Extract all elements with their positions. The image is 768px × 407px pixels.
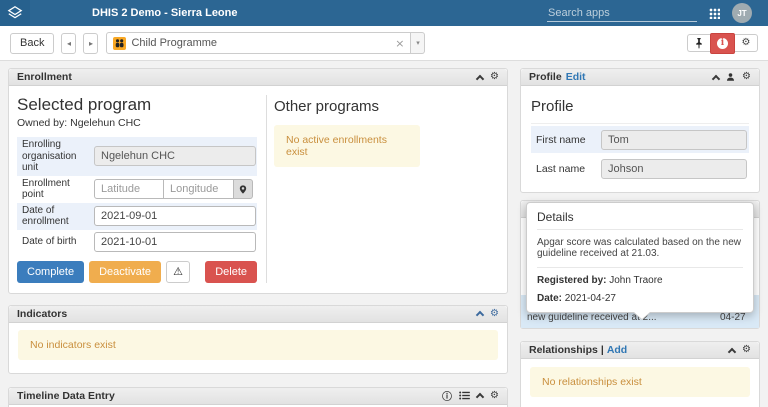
pushpin-icon [696, 38, 702, 49]
last-name-label: Last name [536, 162, 586, 175]
deactivate-button[interactable]: Deactivate [89, 260, 162, 283]
person-icon[interactable] [726, 72, 735, 82]
info-button[interactable]: i [710, 32, 735, 54]
popover-date: Date: 2021-04-27 [537, 293, 616, 304]
profile-row-first-name: First name [531, 126, 749, 153]
dhis2-logo[interactable] [0, 0, 30, 26]
indicators-widget: Indicators ⚙ No indicators exist [8, 304, 508, 374]
app-title: DHIS 2 Demo - Sierra Leone [92, 7, 238, 19]
timeline-data-entry-widget: Timeline Data Entry ⓘ ⚙ 2 [8, 386, 508, 407]
popover-registered-by: Registered by: John Traore [537, 275, 663, 286]
avatar[interactable]: JT [732, 3, 752, 23]
indicators-header[interactable]: Indicators ⚙ [9, 305, 507, 323]
program-selector-value: Child Programme [131, 37, 218, 49]
pin-button[interactable] [687, 34, 710, 52]
profile-widget: Profile Edit ⚙ Profile First name Tom La… [520, 68, 760, 193]
no-enrollments-alert: No active enrollments exist [274, 125, 420, 167]
notes-widget: ⚙ Apgar score was calculated based on th… [520, 200, 760, 329]
collapse-icon[interactable] [475, 74, 485, 83]
gear-icon: ⚙ [741, 37, 751, 48]
enrollment-header[interactable]: Enrollment ⚙ [9, 69, 507, 86]
form-row-date-birth: Date of birth [17, 230, 257, 254]
other-programs-heading: Other programs [274, 98, 380, 115]
previous-arrow-button[interactable]: ◂ [61, 32, 77, 54]
date-of-enrollment-label: Date of enrollment [22, 204, 69, 228]
no-relationships-alert: No relationships exist [530, 367, 750, 397]
enrollment-title: Enrollment [17, 71, 72, 83]
popover-arrow [634, 312, 650, 319]
profile-header[interactable]: Profile Edit ⚙ [521, 69, 759, 86]
list-view-icon[interactable] [459, 391, 470, 400]
header-divider: | [600, 344, 604, 356]
toolbar-right-group: i ⚙ [687, 32, 758, 54]
program-dropdown-caret[interactable]: ▾ [411, 32, 426, 54]
complete-button[interactable]: Complete [17, 260, 85, 283]
popover-note-text: Apgar score was calculated based on the … [537, 230, 743, 268]
org-unit-label: Enrolling organisation unit [22, 139, 77, 173]
first-name-label: First name [536, 133, 586, 146]
date-of-enrollment-field[interactable] [94, 206, 256, 226]
info-icon: i [717, 37, 728, 49]
longitude-field[interactable] [164, 179, 234, 199]
gear-icon[interactable]: ⚙ [742, 72, 751, 82]
child-programme-icon [113, 36, 127, 50]
back-button[interactable]: Back [10, 32, 55, 54]
date-of-birth-label: Date of birth [22, 235, 77, 247]
note-details-popover: Details Apgar score was calculated based… [526, 202, 754, 319]
next-arrow-button[interactable]: ▸ [83, 32, 99, 54]
gear-icon[interactable]: ⚙ [490, 390, 499, 401]
form-row-enrollment-point: Enrollment point [17, 176, 257, 203]
warning-button[interactable]: ⚠ [166, 260, 191, 283]
delete-button[interactable]: Delete [205, 260, 257, 283]
popover-title: Details [537, 210, 743, 230]
gear-icon[interactable]: ⚙ [742, 345, 751, 355]
collapse-icon[interactable] [475, 310, 485, 320]
location-pin-icon [239, 184, 247, 194]
last-name-field[interactable] [601, 158, 747, 179]
clear-program-icon[interactable]: × [395, 37, 404, 50]
settings-button[interactable]: ⚙ [735, 34, 758, 52]
profile-edit-link[interactable]: Edit [566, 71, 586, 83]
no-indicators-alert: No indicators exist [18, 329, 498, 360]
org-unit-field[interactable] [94, 146, 256, 167]
profile-title: Profile [529, 71, 562, 83]
relationships-header[interactable]: Relationships | Add ⚙ [521, 342, 759, 359]
gear-icon[interactable]: ⚙ [490, 308, 499, 319]
relationships-add-link[interactable]: Add [607, 344, 627, 356]
gear-icon[interactable]: ⚙ [490, 72, 499, 82]
collapse-icon[interactable] [727, 347, 737, 356]
profile-section-heading: Profile [531, 98, 749, 124]
date-of-birth-field[interactable] [94, 231, 256, 252]
collapse-icon[interactable] [711, 74, 721, 83]
profile-row-last-name: Last name [531, 155, 749, 182]
relationships-widget: Relationships | Add ⚙ No relationships e… [520, 341, 760, 407]
top-app-bar: DHIS 2 Demo - Sierra Leone JT [0, 0, 768, 26]
relationships-title: Relationships [529, 344, 598, 356]
first-name-field[interactable] [601, 129, 747, 150]
owned-by-text: Owned by: Ngelehun CHC [17, 117, 141, 129]
form-row-org-unit: Enrolling organisation unit [17, 137, 257, 176]
timeline-header[interactable]: Timeline Data Entry ⓘ ⚙ [9, 387, 507, 405]
enrollment-widget: Enrollment ⚙ Selected program Owned by: … [8, 68, 508, 294]
search-apps-input[interactable] [547, 4, 697, 22]
capture-coordinates-button[interactable] [234, 179, 253, 199]
latitude-field[interactable] [94, 179, 164, 199]
indicators-title: Indicators [17, 307, 68, 320]
form-row-date-enrollment: Date of enrollment [17, 202, 257, 230]
timeline-title: Timeline Data Entry [17, 389, 115, 402]
enrollment-point-label: Enrollment point [22, 177, 70, 201]
program-selector[interactable]: Child Programme × ▾ [106, 32, 426, 54]
collapse-icon[interactable] [475, 392, 485, 402]
apps-grid-icon[interactable] [709, 7, 720, 19]
info-circle-icon[interactable]: ⓘ [442, 388, 452, 403]
navigation-toolbar: Back ◂ ▸ Child Programme × ▾ i ⚙ [0, 26, 768, 61]
selected-program-heading: Selected program [17, 95, 152, 114]
